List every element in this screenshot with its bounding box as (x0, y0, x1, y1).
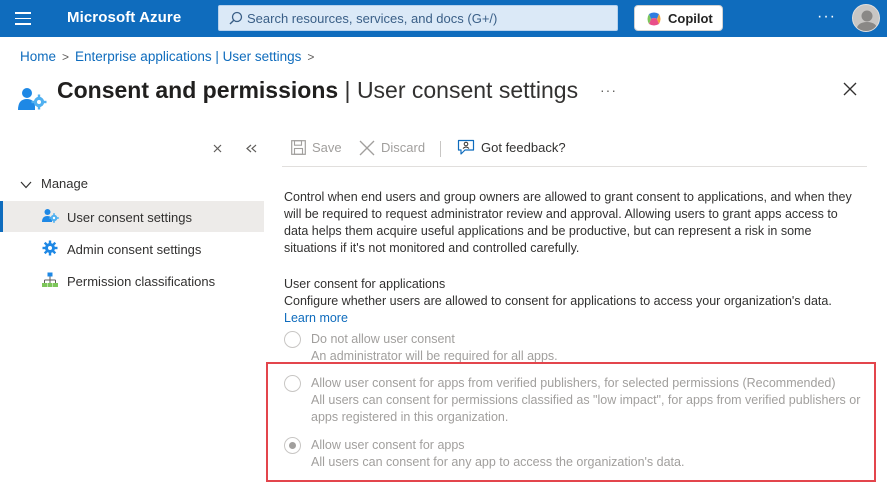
learn-more-link[interactable]: Learn more (284, 311, 348, 325)
gear-icon (42, 240, 58, 259)
breadcrumb-separator: > (307, 50, 315, 64)
discard-icon (359, 140, 375, 156)
section-description: Configure whether users are allowed to c… (284, 294, 832, 308)
breadcrumb-enterprise-apps[interactable]: Enterprise applications | User settings (75, 49, 301, 64)
more-options-icon[interactable]: ··· (817, 8, 836, 26)
hamburger-menu-icon[interactable] (15, 12, 31, 25)
page-title-divider: | (338, 77, 357, 103)
nav-item-admin-consent-settings[interactable]: Admin consent settings (0, 233, 264, 264)
breadcrumb-separator: > (62, 50, 70, 64)
page-title-sub: User consent settings (356, 77, 579, 103)
discard-button[interactable]: Discard (359, 139, 425, 156)
nav-item-user-consent-settings[interactable]: User consent settings (0, 201, 264, 232)
copilot-button[interactable]: Copilot (634, 5, 723, 31)
copilot-icon (647, 12, 661, 26)
nav-item-label: User consent settings (67, 210, 193, 225)
save-icon (291, 140, 306, 155)
page-title: Consent and permissions | User consent s… (57, 77, 578, 104)
close-icon[interactable] (843, 82, 857, 101)
nav-item-label: Permission classifications (67, 274, 216, 289)
feedback-button[interactable]: Got feedback? (457, 139, 566, 156)
breadcrumb-home[interactable]: Home (20, 49, 56, 64)
option-label: Do not allow user consent (311, 332, 455, 346)
page-title-main: Consent and permissions (57, 77, 339, 103)
search-input[interactable] (247, 9, 607, 27)
nav-item-permission-classifications[interactable]: Permission classifications (0, 265, 264, 296)
search-icon (229, 11, 243, 25)
feedback-icon (457, 139, 475, 155)
nav-item-label: Admin consent settings (67, 242, 202, 257)
discard-label: Discard (381, 140, 426, 156)
nav-group-manage[interactable]: Manage (20, 176, 88, 191)
highlight-box (266, 362, 876, 482)
copilot-label: Copilot (668, 11, 713, 26)
consent-description: Control when end users and group owners … (284, 190, 852, 255)
consent-settings-icon (18, 86, 48, 117)
consent-gear-icon (42, 208, 59, 227)
global-search[interactable] (218, 5, 618, 31)
collapse-sidebar-icon[interactable] (246, 141, 257, 156)
section-title: User consent for applications (284, 277, 446, 291)
breadcrumb: Home > Enterprise applications | User sett… (20, 49, 320, 64)
hierarchy-icon (42, 272, 58, 291)
nav-group-label: Manage (41, 176, 88, 191)
feedback-label: Got feedback? (481, 140, 566, 156)
collapse-search-icon[interactable] (213, 141, 222, 156)
chevron-down-icon (20, 181, 32, 188)
brand-title[interactable]: Microsoft Azure (67, 9, 181, 26)
user-icon (856, 10, 878, 31)
save-label: Save (312, 140, 342, 156)
toolbar-divider (440, 141, 441, 157)
top-bar: Microsoft Azure Copilot ··· (0, 0, 887, 37)
command-bar: Save Discard Got feedback? (282, 131, 867, 167)
avatar[interactable] (852, 4, 880, 32)
title-more-icon[interactable]: ··· (600, 82, 617, 98)
save-button[interactable]: Save (291, 139, 342, 155)
radio-do-not-allow[interactable] (284, 331, 301, 348)
